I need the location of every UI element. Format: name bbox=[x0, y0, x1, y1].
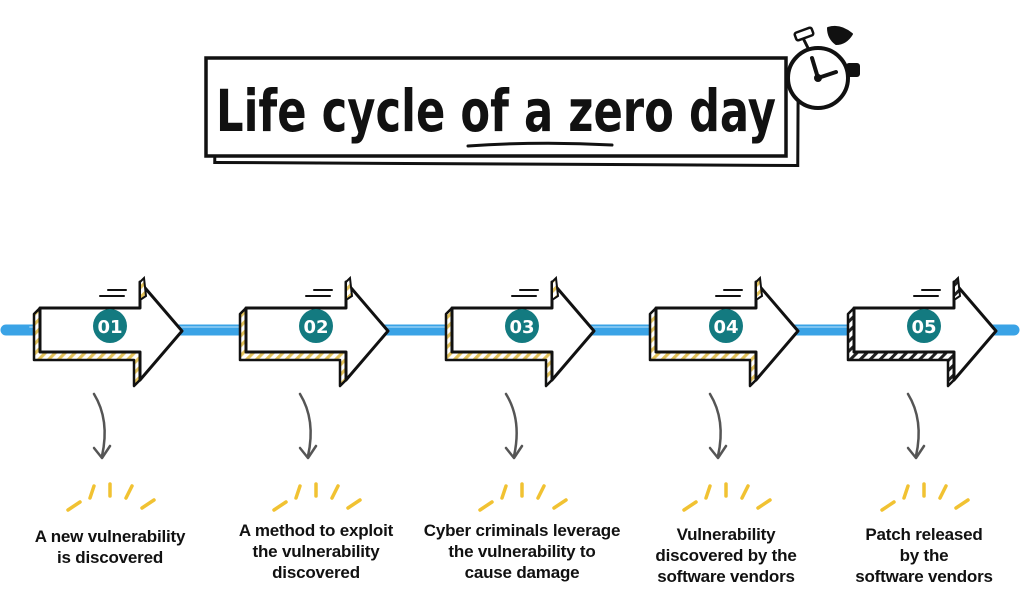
step-number: 01 bbox=[97, 317, 122, 338]
step-description-line: by the bbox=[899, 546, 949, 565]
steps-layer: 01 02 03 04 05 bbox=[32, 275, 998, 512]
step-number: 04 bbox=[713, 317, 738, 338]
step-number-badge: 05 bbox=[907, 309, 941, 343]
title-banner: Life cycle of a zero day bbox=[204, 56, 800, 168]
step-description-line: cause damage bbox=[464, 563, 580, 582]
step-01: 01 bbox=[32, 275, 184, 512]
step-03: 03 bbox=[444, 275, 596, 512]
curved-arrow-down-icon bbox=[906, 392, 926, 460]
step-number: 03 bbox=[509, 317, 534, 338]
stopwatch-icon bbox=[786, 25, 860, 110]
step-description: A new vulnerability is discovered bbox=[10, 526, 210, 568]
step-number-badge: 03 bbox=[505, 309, 539, 343]
sparkle-rays-icon bbox=[880, 482, 970, 512]
sparkle-rays-icon bbox=[478, 482, 568, 512]
step-description: Vulnerability discovered by the software v… bbox=[626, 524, 826, 587]
lifecycle-diagram: Life cycle of a zero day 01 02 03 04 05 bbox=[0, 25, 1020, 512]
sparkle-rays-icon bbox=[682, 482, 772, 512]
step-description-line: discovered bbox=[272, 563, 360, 582]
step-description-line: is discovered bbox=[56, 548, 164, 567]
curved-arrow-down-icon bbox=[298, 392, 318, 460]
step-description: A method to exploit the vulnerability disc… bbox=[216, 520, 416, 583]
step-description-line: software vendors bbox=[657, 567, 795, 586]
step-description-line: Patch released bbox=[865, 525, 983, 544]
step-description-line: the vulnerability bbox=[252, 542, 380, 561]
page-title: Life cycle of a zero day bbox=[216, 77, 776, 145]
step-02: 02 bbox=[238, 275, 390, 512]
step-description-line: A new vulnerability bbox=[34, 527, 186, 546]
step-description: Cyber criminals leverage the vulnerabilit… bbox=[422, 520, 622, 583]
step-description-line: the vulnerability to bbox=[448, 542, 596, 561]
step-description-line: software vendors bbox=[855, 567, 993, 586]
sparkle-rays-icon bbox=[66, 482, 156, 512]
step-number: 02 bbox=[303, 317, 328, 338]
step-number-badge: 02 bbox=[299, 309, 333, 343]
step-description-line: Vulnerability bbox=[676, 525, 776, 544]
step-description-line: A method to exploit bbox=[238, 521, 394, 540]
curved-arrow-down-icon bbox=[92, 392, 112, 460]
step-number-badge: 01 bbox=[93, 309, 127, 343]
curved-arrow-down-icon bbox=[504, 392, 524, 460]
step-number: 05 bbox=[911, 317, 936, 338]
step-description-line: Cyber criminals leverage bbox=[423, 521, 621, 540]
step-05: 05 bbox=[846, 275, 998, 512]
step-description-line: discovered by the bbox=[655, 546, 797, 565]
step-number-badge: 04 bbox=[709, 309, 743, 343]
sparkle-rays-icon bbox=[272, 482, 362, 512]
curved-arrow-down-icon bbox=[708, 392, 728, 460]
step-description: Patch released by the software vendors bbox=[824, 524, 1024, 587]
step-04: 04 bbox=[648, 275, 800, 512]
